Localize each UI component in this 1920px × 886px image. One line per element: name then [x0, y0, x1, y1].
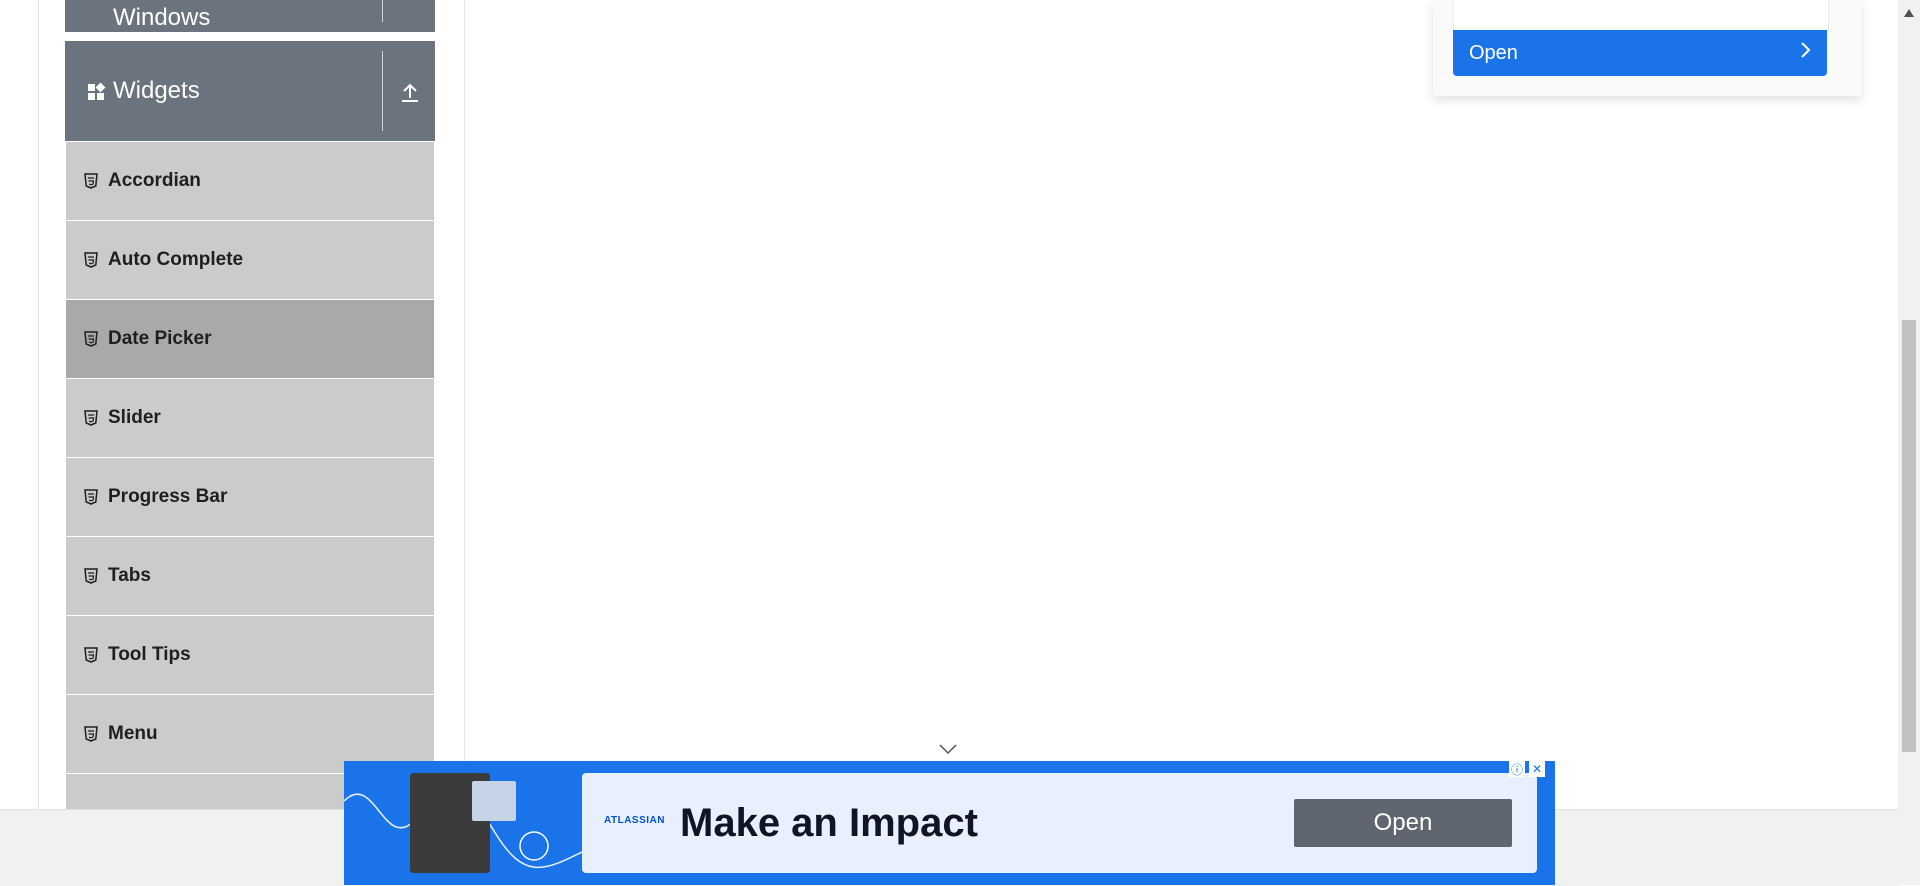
scroll-up-arrow-icon[interactable] [1904, 4, 1914, 17]
html5-icon [84, 173, 98, 189]
menu-item-tabs[interactable]: Tabs [66, 537, 434, 616]
menu-item-slider[interactable]: Slider [66, 379, 434, 458]
menu-item-date-picker[interactable]: Date Picker [66, 300, 434, 379]
html5-icon [84, 489, 98, 505]
vertical-scrollbar[interactable] [1898, 0, 1920, 885]
left-divider [38, 0, 39, 809]
bottom-ad-open-button[interactable]: Open [1294, 799, 1512, 847]
menu-item-label: Date Picker [108, 328, 212, 349]
menu-item-label: Auto Complete [108, 249, 244, 270]
bottom-ad-panel: ATLASSIAN Make an Impact Open [582, 773, 1537, 873]
ad-info-icon[interactable]: ⓘ [1509, 761, 1525, 777]
widgets-menu-list: Accordian Auto Complete Date Picker Slid… [66, 142, 434, 809]
html5-icon [84, 410, 98, 426]
header-divider [382, 0, 383, 22]
html5-icon [84, 331, 98, 347]
menu-item-progress-bar[interactable]: Progress Bar [66, 458, 434, 537]
top-ad-image [1453, 0, 1829, 31]
top-ad-open-label: Open [1469, 41, 1518, 64]
group-header-widgets[interactable]: Widgets [65, 41, 435, 141]
menu-item-label: Slider [108, 407, 161, 428]
group-title-windows: Windows [113, 4, 211, 31]
chevron-right-icon [1799, 41, 1811, 65]
menu-item-label: Menu [108, 723, 158, 744]
html5-icon [84, 647, 98, 663]
collapse-upload-icon[interactable] [397, 78, 423, 104]
group-header-windows[interactable]: Windows [65, 0, 435, 32]
ad-controls: ⓘ ✕ [1509, 761, 1545, 777]
menu-item-label: Progress Bar [108, 486, 228, 507]
menu-item-label: Tool Tips [108, 644, 191, 665]
html5-icon [84, 568, 98, 584]
html5-icon [84, 252, 98, 268]
chevron-down-icon[interactable] [938, 742, 958, 756]
ad-headline: Make an Impact [680, 801, 978, 845]
top-ad: Open [1433, 0, 1861, 96]
menu-item-auto-complete[interactable]: Auto Complete [66, 221, 434, 300]
menu-item-label: Tabs [108, 565, 151, 586]
ad-brand-logo: ATLASSIAN [604, 815, 665, 826]
menu-item-accordian[interactable]: Accordian [66, 142, 434, 221]
page: Windows Widgets Accordian Auto Complete … [0, 0, 1898, 809]
header-divider [382, 51, 383, 131]
top-ad-open-button[interactable]: Open [1453, 30, 1827, 76]
menu-item-tool-tips[interactable]: Tool Tips [66, 616, 434, 695]
scrollbar-thumb[interactable] [1902, 320, 1916, 752]
group-title-widgets: Widgets [113, 77, 200, 104]
widgets-icon [87, 81, 107, 101]
content-divider [464, 0, 465, 809]
html5-icon [84, 726, 98, 742]
ad-secondary-photo [472, 781, 516, 821]
sidebar: Windows Widgets Accordian Auto Complete … [65, 0, 435, 809]
menu-item-label: Accordian [108, 170, 201, 191]
close-icon[interactable]: ✕ [1529, 761, 1545, 777]
bottom-ad-banner[interactable]: ATLASSIAN Make an Impact Open ⓘ ✕ [344, 761, 1555, 885]
